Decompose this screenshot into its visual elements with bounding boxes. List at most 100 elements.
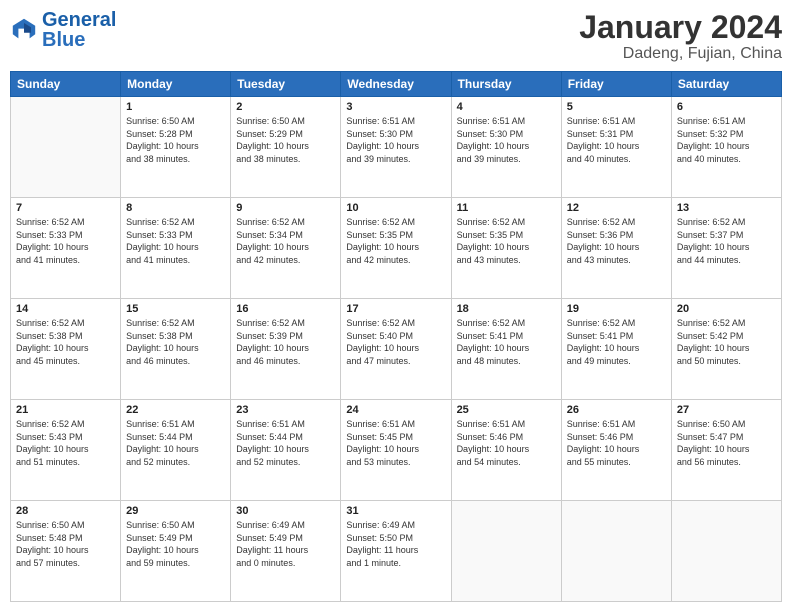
day-cell: 6 Sunrise: 6:51 AM Sunset: 5:32 PM Daylig… [671,97,781,198]
day-info: Sunrise: 6:52 AM Sunset: 5:33 PM Dayligh… [16,216,115,266]
month-title: January 2024 [579,10,782,45]
day-cell: 17Sunrise: 6:52 AM Sunset: 5:40 PM Dayli… [341,299,451,400]
day-info: Sunrise: 6:51 AM Sunset: 5:30 PM Dayligh… [346,115,445,165]
day-cell: 26Sunrise: 6:51 AM Sunset: 5:46 PM Dayli… [561,400,671,501]
day-number: 6 [677,101,776,113]
week-row-3: 14 Sunrise: 6:52 AM Sunset: 5:38 PM Dayli… [11,299,782,400]
day-number: 12 [567,202,666,214]
day-cell [671,501,781,602]
day-cell: 8 Sunrise: 6:52 AM Sunset: 5:33 PM Daylig… [121,198,231,299]
day-number: 14 [16,303,115,315]
day-info: Sunrise: 6:51 AM Sunset: 5:32 PM Dayligh… [677,115,776,165]
day-number: 17 [346,303,445,315]
day-cell: 30 Sunrise: 6:49 AM Sunset: 5:49 PM Dayli… [231,501,341,602]
day-info: Sunrise: 6:52 AM Sunset: 5:38 PM Dayligh… [126,317,225,367]
day-number: 25 [457,404,556,416]
day-cell: 22 Sunrise: 6:51 AM Sunset: 5:44 PM Dayli… [121,400,231,501]
day-cell: 19Sunrise: 6:52 AM Sunset: 5:41 PM Dayli… [561,299,671,400]
day-info: Sunrise: 6:51 AM Sunset: 5:46 PM Dayligh… [567,418,666,468]
week-row-4: 21Sunrise: 6:52 AM Sunset: 5:43 PM Dayli… [11,400,782,501]
day-cell [451,501,561,602]
day-cell: 25 Sunrise: 6:51 AM Sunset: 5:46 PM Dayli… [451,400,561,501]
day-cell: 16 Sunrise: 6:52 AM Sunset: 5:39 PM Dayli… [231,299,341,400]
day-info: Sunrise: 6:51 AM Sunset: 5:44 PM Dayligh… [126,418,225,468]
day-number: 13 [677,202,776,214]
day-number: 1 [126,101,225,113]
page: General Blue January 2024 Dadeng, Fujian… [0,0,792,612]
day-info: Sunrise: 6:51 AM Sunset: 5:31 PM Dayligh… [567,115,666,165]
day-cell: 31Sunrise: 6:49 AM Sunset: 5:50 PM Dayli… [341,501,451,602]
day-cell: 1 Sunrise: 6:50 AM Sunset: 5:28 PM Daylig… [121,97,231,198]
day-info: Sunrise: 6:52 AM Sunset: 5:36 PM Dayligh… [567,216,666,266]
day-number: 18 [457,303,556,315]
day-number: 11 [457,202,556,214]
day-info: Sunrise: 6:52 AM Sunset: 5:33 PM Dayligh… [126,216,225,266]
day-number: 4 [457,101,556,113]
logo-blue: Blue [42,29,85,51]
day-info: Sunrise: 6:52 AM Sunset: 5:42 PM Dayligh… [677,317,776,367]
day-number: 21 [16,404,115,416]
day-cell: 28 Sunrise: 6:50 AM Sunset: 5:48 PM Dayli… [11,501,121,602]
day-cell: 20Sunrise: 6:52 AM Sunset: 5:42 PM Dayli… [671,299,781,400]
day-info: Sunrise: 6:52 AM Sunset: 5:41 PM Dayligh… [457,317,556,367]
day-info: Sunrise: 6:49 AM Sunset: 5:49 PM Dayligh… [236,519,335,569]
day-cell: 2Sunrise: 6:50 AM Sunset: 5:29 PM Daylig… [231,97,341,198]
day-cell: 18 Sunrise: 6:52 AM Sunset: 5:41 PM Dayli… [451,299,561,400]
day-cell: 24Sunrise: 6:51 AM Sunset: 5:45 PM Dayli… [341,400,451,501]
day-cell: 21Sunrise: 6:52 AM Sunset: 5:43 PM Dayli… [11,400,121,501]
day-info: Sunrise: 6:52 AM Sunset: 5:35 PM Dayligh… [457,216,556,266]
day-number: 22 [126,404,225,416]
day-number: 9 [236,202,335,214]
day-info: Sunrise: 6:50 AM Sunset: 5:48 PM Dayligh… [16,519,115,569]
day-number: 19 [567,303,666,315]
day-cell: 13Sunrise: 6:52 AM Sunset: 5:37 PM Dayli… [671,198,781,299]
week-row-2: 7 Sunrise: 6:52 AM Sunset: 5:33 PM Daylig… [11,198,782,299]
day-info: Sunrise: 6:50 AM Sunset: 5:47 PM Dayligh… [677,418,776,468]
week-row-5: 28 Sunrise: 6:50 AM Sunset: 5:48 PM Dayli… [11,501,782,602]
dow-header-tuesday: Tuesday [231,72,341,97]
day-number: 28 [16,505,115,517]
day-info: Sunrise: 6:50 AM Sunset: 5:28 PM Dayligh… [126,115,225,165]
day-cell: 15Sunrise: 6:52 AM Sunset: 5:38 PM Dayli… [121,299,231,400]
day-cell [11,97,121,198]
calendar-body: 1 Sunrise: 6:50 AM Sunset: 5:28 PM Daylig… [11,97,782,602]
title-block: January 2024 Dadeng, Fujian, China [579,10,782,63]
day-cell: 23Sunrise: 6:51 AM Sunset: 5:44 PM Dayli… [231,400,341,501]
day-number: 2 [236,101,335,113]
day-number: 5 [567,101,666,113]
day-info: Sunrise: 6:52 AM Sunset: 5:35 PM Dayligh… [346,216,445,266]
dow-header-monday: Monday [121,72,231,97]
header: General Blue January 2024 Dadeng, Fujian… [10,10,782,63]
day-number: 16 [236,303,335,315]
day-number: 30 [236,505,335,517]
day-info: Sunrise: 6:51 AM Sunset: 5:46 PM Dayligh… [457,418,556,468]
dow-header-saturday: Saturday [671,72,781,97]
day-info: Sunrise: 6:52 AM Sunset: 5:38 PM Dayligh… [16,317,115,367]
day-number: 31 [346,505,445,517]
day-number: 3 [346,101,445,113]
day-cell: 7 Sunrise: 6:52 AM Sunset: 5:33 PM Daylig… [11,198,121,299]
day-cell: 10Sunrise: 6:52 AM Sunset: 5:35 PM Dayli… [341,198,451,299]
day-info: Sunrise: 6:51 AM Sunset: 5:44 PM Dayligh… [236,418,335,468]
day-cell: 12 Sunrise: 6:52 AM Sunset: 5:36 PM Dayli… [561,198,671,299]
day-info: Sunrise: 6:52 AM Sunset: 5:39 PM Dayligh… [236,317,335,367]
dow-header-wednesday: Wednesday [341,72,451,97]
day-number: 7 [16,202,115,214]
days-of-week-row: SundayMondayTuesdayWednesdayThursdayFrid… [11,72,782,97]
day-cell: 3 Sunrise: 6:51 AM Sunset: 5:30 PM Daylig… [341,97,451,198]
day-cell [561,501,671,602]
day-cell: 11 Sunrise: 6:52 AM Sunset: 5:35 PM Dayli… [451,198,561,299]
logo: General Blue [10,10,116,50]
week-row-1: 1 Sunrise: 6:50 AM Sunset: 5:28 PM Daylig… [11,97,782,198]
dow-header-friday: Friday [561,72,671,97]
day-cell: 29 Sunrise: 6:50 AM Sunset: 5:49 PM Dayli… [121,501,231,602]
logo-text: General Blue [42,10,116,50]
day-number: 27 [677,404,776,416]
dow-header-thursday: Thursday [451,72,561,97]
day-cell: 14 Sunrise: 6:52 AM Sunset: 5:38 PM Dayli… [11,299,121,400]
day-info: Sunrise: 6:52 AM Sunset: 5:34 PM Dayligh… [236,216,335,266]
day-number: 8 [126,202,225,214]
day-number: 29 [126,505,225,517]
day-info: Sunrise: 6:50 AM Sunset: 5:49 PM Dayligh… [126,519,225,569]
logo-general: General [42,9,116,31]
